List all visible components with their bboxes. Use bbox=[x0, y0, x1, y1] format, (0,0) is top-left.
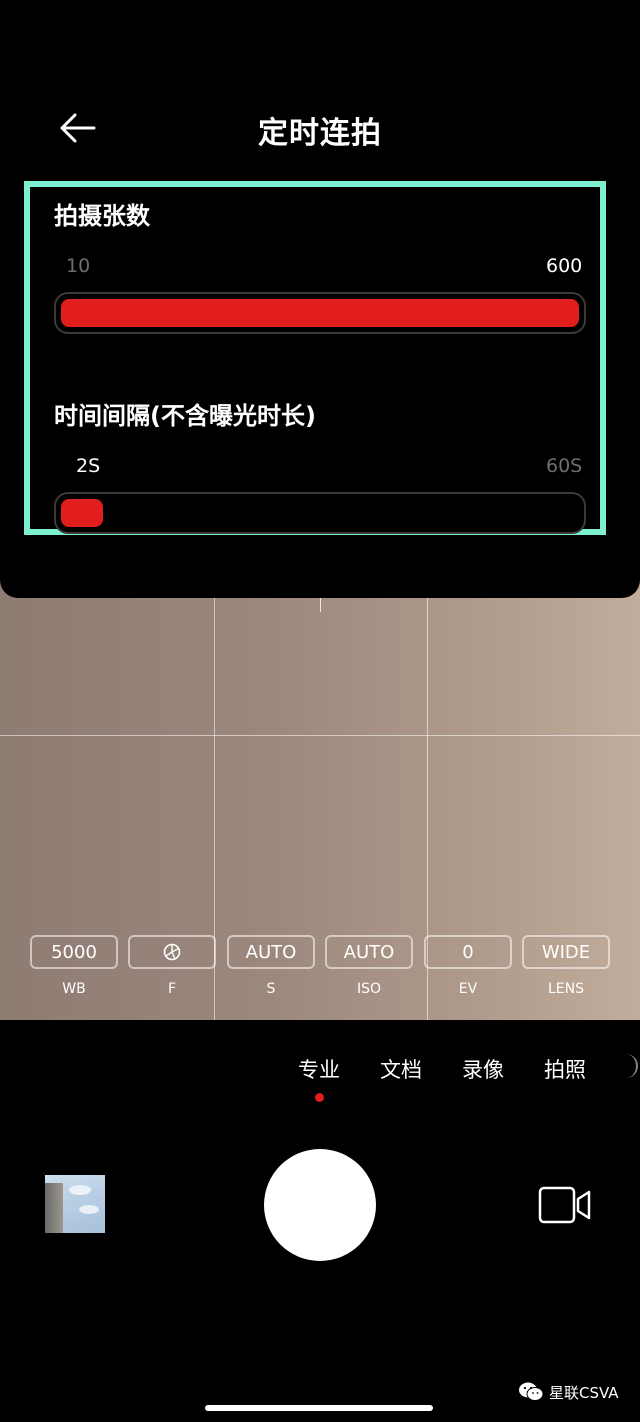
video-camera-icon[interactable] bbox=[538, 1185, 592, 1225]
param-lens[interactable]: WIDE LENS bbox=[522, 935, 610, 997]
param-wb-label: WB bbox=[62, 981, 86, 997]
param-lens-label: LENS bbox=[547, 981, 584, 997]
param-f-label: F bbox=[167, 981, 177, 997]
thumbnail-cloud bbox=[79, 1205, 99, 1214]
wechat-icon bbox=[519, 1382, 544, 1401]
param-s-label: S bbox=[266, 981, 276, 997]
param-iso[interactable]: AUTO ISO bbox=[325, 935, 413, 997]
gallery-thumbnail[interactable] bbox=[45, 1175, 105, 1233]
interval-max: 60S bbox=[546, 455, 583, 477]
param-ev-value[interactable]: 0 bbox=[424, 935, 512, 969]
mode-document[interactable]: 文档 bbox=[380, 1054, 422, 1084]
page-title: 定时连拍 bbox=[258, 116, 382, 151]
shot-count-slider-fill[interactable] bbox=[61, 299, 579, 327]
param-iso-value[interactable]: AUTO bbox=[325, 935, 413, 969]
interval-slider-fill[interactable] bbox=[61, 499, 103, 527]
highlight-frame bbox=[24, 181, 606, 535]
watermark: 星联CSVA bbox=[518, 1381, 619, 1403]
thumbnail-cloud bbox=[69, 1185, 91, 1195]
shot-count-min: 10 bbox=[66, 255, 91, 277]
aperture-icon bbox=[163, 943, 181, 961]
active-mode-indicator bbox=[315, 1093, 324, 1102]
mode-pro[interactable]: 专业 bbox=[298, 1054, 340, 1084]
param-ev[interactable]: 0 EV bbox=[424, 935, 512, 997]
param-f-value[interactable] bbox=[128, 935, 216, 969]
param-wb-value[interactable]: 5000 bbox=[30, 935, 118, 969]
thumbnail-building bbox=[45, 1183, 63, 1233]
mode-video[interactable]: 录像 bbox=[462, 1054, 504, 1084]
home-indicator[interactable] bbox=[205, 1405, 433, 1411]
mode-photo[interactable]: 拍照 bbox=[544, 1054, 586, 1084]
param-f[interactable]: F bbox=[128, 935, 216, 997]
interval-slider[interactable] bbox=[54, 492, 586, 534]
shot-count-slider[interactable] bbox=[54, 292, 586, 334]
param-s-value[interactable]: AUTO bbox=[227, 935, 315, 969]
shot-count-max: 600 bbox=[546, 255, 583, 277]
param-lens-value[interactable]: WIDE bbox=[522, 935, 610, 969]
timed-burst-panel: 定时连拍 拍摄张数 10 600 时间间隔(不含曝光时长) 2S 60S bbox=[0, 0, 640, 598]
shot-count-label: 拍摄张数 bbox=[54, 202, 150, 230]
grid-line-horizontal bbox=[0, 735, 640, 736]
param-iso-label: ISO bbox=[356, 981, 382, 997]
param-s[interactable]: AUTO S bbox=[227, 935, 315, 997]
shutter-button[interactable] bbox=[264, 1149, 376, 1261]
watermark-text: 星联CSVA bbox=[549, 1383, 619, 1402]
param-wb[interactable]: 5000 WB bbox=[30, 935, 118, 997]
mode-scroll-edge bbox=[624, 1054, 638, 1078]
interval-min: 2S bbox=[76, 455, 101, 477]
interval-label: 时间间隔(不含曝光时长) bbox=[54, 402, 316, 430]
level-indicator bbox=[320, 598, 321, 612]
param-ev-label: EV bbox=[458, 981, 478, 997]
